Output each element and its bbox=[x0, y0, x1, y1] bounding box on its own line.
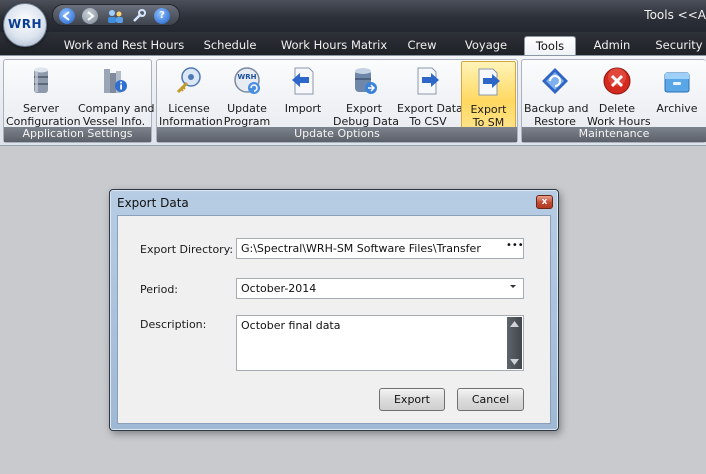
export-directory-field[interactable]: G:\Spectral\WRH-SM Software Files\Transf… bbox=[236, 238, 524, 259]
app-logo[interactable]: WRH bbox=[3, 3, 47, 47]
export-sm-icon bbox=[473, 66, 505, 98]
description-value: October final data bbox=[241, 319, 341, 332]
svg-text:WRH: WRH bbox=[238, 73, 257, 81]
export-debug-icon bbox=[348, 65, 380, 97]
archive-button[interactable]: Archive bbox=[649, 61, 705, 129]
group-label-application-settings: Application Settings bbox=[4, 127, 151, 142]
tab-crew[interactable]: Crew bbox=[400, 36, 444, 56]
tab-voyage[interactable]: Voyage bbox=[457, 36, 515, 56]
export-button[interactable]: Export bbox=[379, 388, 445, 411]
description-scrollbar[interactable] bbox=[507, 317, 522, 369]
dialog-close-button[interactable]: x bbox=[536, 195, 553, 209]
help-icon[interactable]: ? bbox=[154, 8, 170, 24]
delete-work-hours-label-1: Delete bbox=[598, 102, 636, 115]
delete-work-hours-button[interactable]: Delete Work Hours bbox=[587, 61, 651, 129]
scroll-up-icon[interactable] bbox=[510, 321, 519, 327]
import-label-1: Import bbox=[284, 102, 322, 115]
chevron-down-icon[interactable] bbox=[506, 280, 520, 294]
export-data-dialog: Export Data x Export Directory: G:\Spect… bbox=[109, 189, 559, 431]
dialog-title: Export Data bbox=[117, 196, 189, 210]
update-program-label-1: Update bbox=[227, 102, 267, 115]
update-program-button[interactable]: WRH Update Program bbox=[221, 61, 273, 129]
export-debug-data-button[interactable]: Export Debug Data bbox=[333, 61, 399, 129]
quick-access-toolbar: ? bbox=[52, 4, 180, 26]
building-info-icon bbox=[98, 65, 130, 97]
scroll-down-icon[interactable] bbox=[510, 359, 519, 365]
server-configuration-label-1: Server bbox=[22, 102, 60, 115]
company-vessel-info-button[interactable]: Company and Vessel Info. bbox=[78, 61, 155, 129]
backup-restore-icon bbox=[539, 65, 571, 97]
export-debug-data-label-1: Export bbox=[345, 102, 382, 115]
archive-label-1: Archive bbox=[656, 102, 698, 115]
license-information-button[interactable]: License Information bbox=[159, 61, 223, 129]
period-label: Period: bbox=[140, 283, 179, 296]
dialog-body: Export Directory: G:\Spectral\WRH-SM Sof… bbox=[117, 215, 551, 424]
description-label: Description: bbox=[140, 318, 207, 331]
import-icon bbox=[287, 65, 319, 97]
delete-icon bbox=[601, 65, 633, 97]
tab-tools[interactable]: Tools bbox=[524, 36, 576, 56]
server-configuration-button[interactable]: Server Configuration bbox=[6, 61, 81, 129]
users-icon[interactable] bbox=[106, 8, 123, 24]
group-update-options: License Information WRH Update Program I… bbox=[156, 59, 518, 143]
tab-schedule[interactable]: Schedule bbox=[196, 36, 264, 56]
browse-button[interactable]: ••• bbox=[506, 240, 523, 254]
ribbon-tab-bar: Work and Rest Hours Schedule Work Hours … bbox=[0, 32, 706, 56]
period-select[interactable]: October-2014 bbox=[236, 278, 524, 299]
export-to-sm-button[interactable]: Export To SM bbox=[461, 61, 516, 129]
archive-icon bbox=[661, 65, 693, 97]
tab-security[interactable]: Security bbox=[651, 36, 706, 56]
export-csv-icon bbox=[412, 65, 444, 97]
database-icon bbox=[25, 65, 57, 97]
update-program-icon: WRH bbox=[231, 65, 263, 97]
group-application-settings: Server Configuration Company and Vessel … bbox=[3, 59, 155, 143]
group-maintenance: Backup and Restore Delete Work Hours Arc… bbox=[521, 59, 706, 143]
backup-restore-label-1: Backup and bbox=[524, 102, 589, 115]
export-data-to-csv-button[interactable]: Export Data To CSV bbox=[397, 61, 463, 129]
tab-admin[interactable]: Admin bbox=[588, 36, 636, 56]
tab-work-and-rest-hours[interactable]: Work and Rest Hours bbox=[62, 36, 186, 56]
import-button[interactable]: Import bbox=[276, 61, 330, 129]
title-bar: ? Tools <<A bbox=[0, 0, 706, 32]
tools-icon[interactable] bbox=[131, 8, 147, 24]
license-key-icon bbox=[173, 65, 205, 97]
logo-text: WRH bbox=[7, 17, 43, 31]
company-vessel-info-label-1: Company and bbox=[78, 102, 155, 115]
cancel-button[interactable]: Cancel bbox=[457, 388, 524, 411]
window-title: Tools <<A bbox=[644, 8, 706, 22]
export-directory-label: Export Directory: bbox=[140, 243, 234, 256]
ribbon: Server Configuration Company and Vessel … bbox=[0, 55, 706, 146]
group-label-maintenance: Maintenance bbox=[522, 127, 706, 142]
forward-icon[interactable] bbox=[82, 8, 98, 24]
group-label-update-options: Update Options bbox=[157, 127, 517, 142]
export-to-sm-label-1: Export bbox=[470, 103, 507, 116]
backup-restore-button[interactable]: Backup and Restore bbox=[524, 61, 589, 129]
description-textarea[interactable]: October final data bbox=[236, 315, 524, 371]
export-data-to-csv-label-1: Export Data bbox=[397, 102, 463, 115]
export-directory-value: G:\Spectral\WRH-SM Software Files\Transf… bbox=[241, 242, 481, 255]
period-value: October-2014 bbox=[241, 282, 317, 295]
back-icon[interactable] bbox=[59, 8, 75, 24]
license-information-label-1: License bbox=[168, 102, 210, 115]
tab-work-hours-matrix[interactable]: Work Hours Matrix bbox=[277, 36, 391, 56]
